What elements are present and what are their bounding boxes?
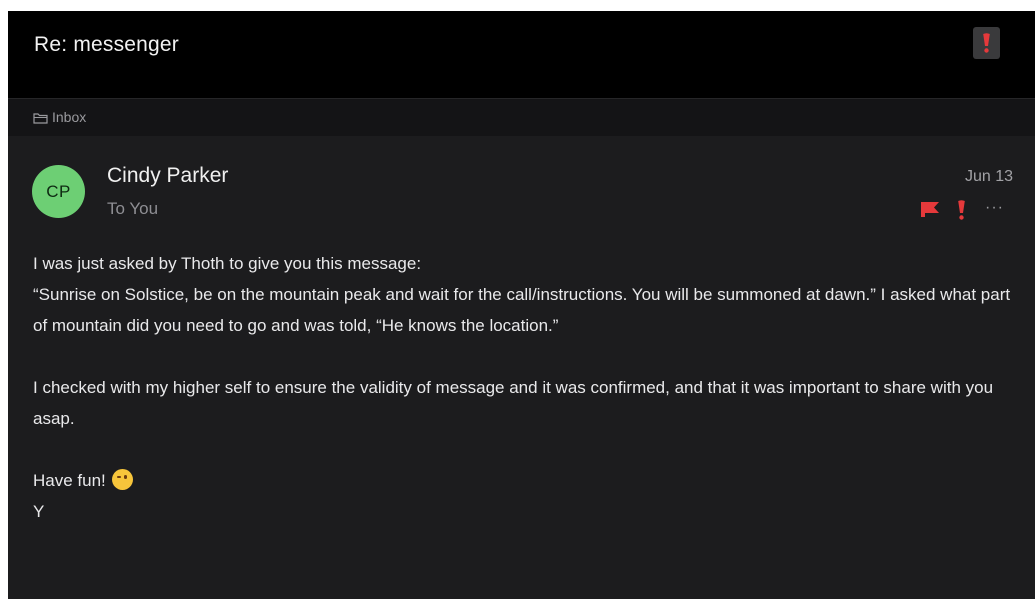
- avatar: CP: [32, 165, 85, 218]
- body-paragraph: I checked with my higher self to ensure …: [33, 378, 994, 428]
- exclamation-icon: [983, 33, 990, 53]
- message-subject: Re: messenger: [34, 33, 179, 56]
- more-icon[interactable]: ···: [985, 199, 1004, 217]
- flag-icon[interactable]: [920, 201, 940, 217]
- body-paragraph: Y: [33, 502, 45, 521]
- mail-window: Re: messenger Inbox CP Cindy Parker To Y…: [8, 11, 1035, 599]
- sender-name[interactable]: Cindy Parker: [107, 164, 228, 188]
- title-bar: Re: messenger: [8, 11, 1035, 98]
- exclamation-icon[interactable]: [957, 200, 966, 220]
- folder-breadcrumb[interactable]: Inbox: [8, 98, 1035, 136]
- recipient-line[interactable]: To You: [107, 199, 158, 219]
- folder-icon: [33, 113, 48, 124]
- winking-face-icon: [111, 469, 133, 490]
- message-status-icons: ···: [920, 199, 1020, 221]
- body-paragraph: I was just asked by Thoth to give you th…: [33, 254, 422, 273]
- message-body: I was just asked by Thoth to give you th…: [33, 248, 1023, 527]
- message-date: Jun 13: [964, 168, 1013, 185]
- body-paragraph: Have fun!: [33, 465, 1023, 496]
- folder-label: Inbox: [52, 109, 87, 125]
- important-toggle-button[interactable]: [973, 27, 1000, 59]
- body-line: Have fun!: [33, 471, 106, 490]
- body-paragraph: “Sunrise on Solstice, be on the mountain…: [33, 285, 1011, 335]
